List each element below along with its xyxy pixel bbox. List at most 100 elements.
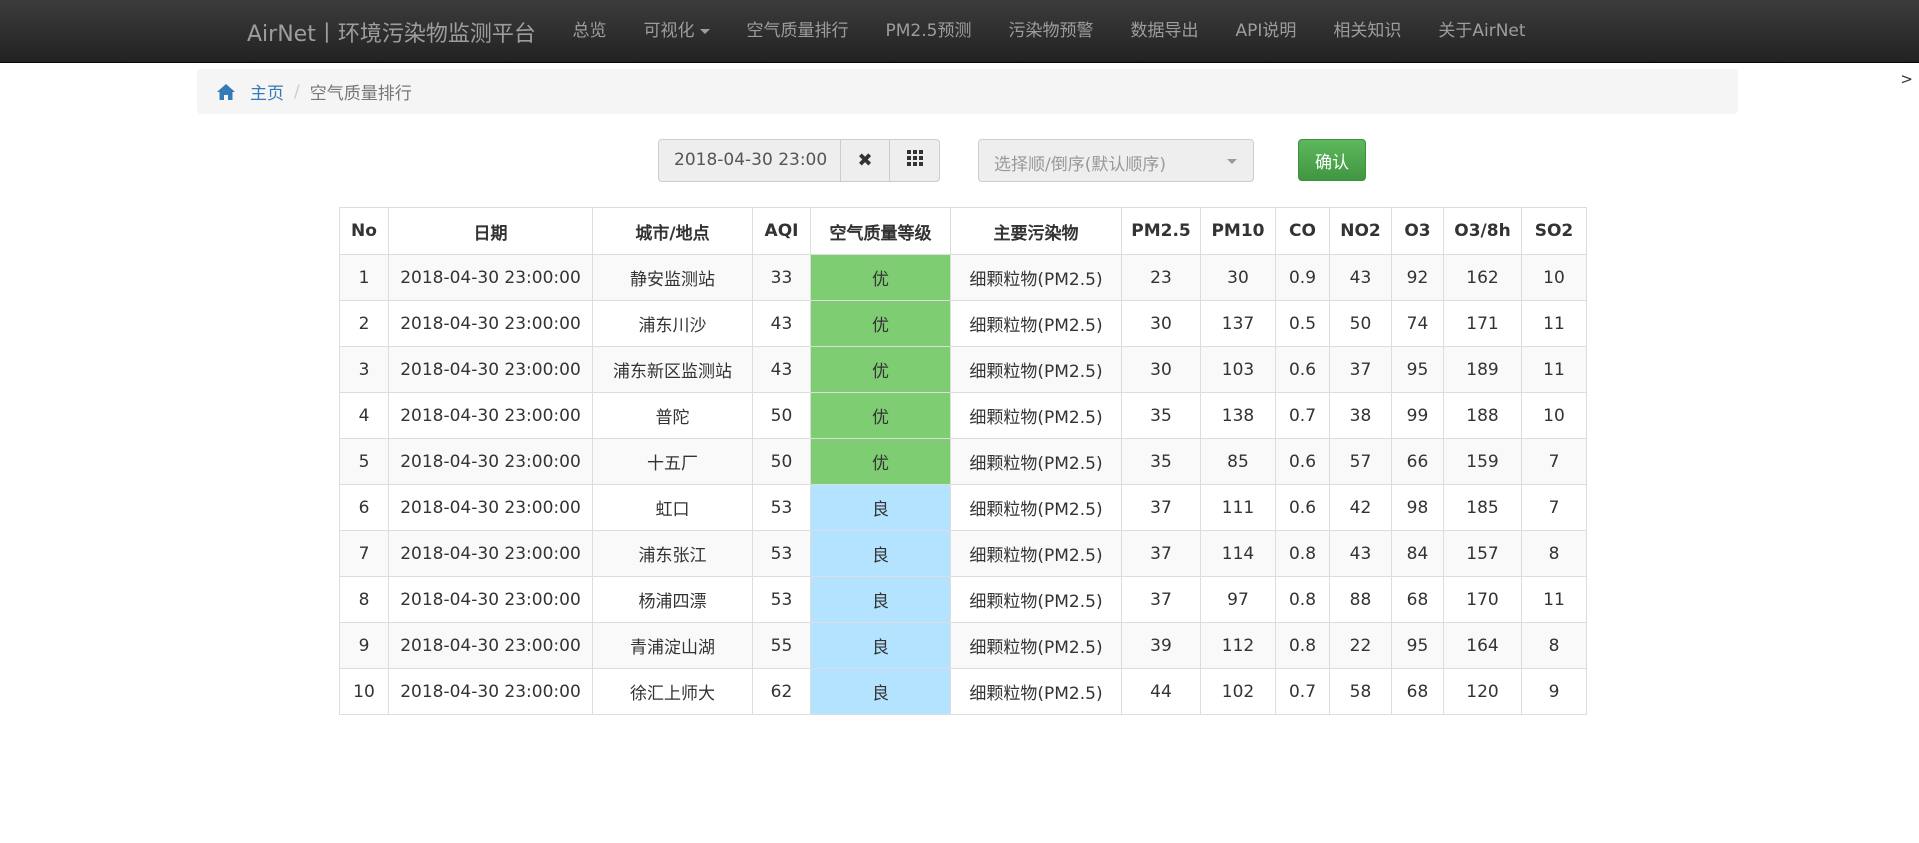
table-cell: 浦东张江 xyxy=(592,530,753,577)
table-cell: 33 xyxy=(752,254,811,301)
chevron-down-icon xyxy=(1227,159,1237,164)
table-cell: 2018-04-30 23:00:00 xyxy=(388,576,593,623)
brand-title[interactable]: AirNet丨环境污染物监测平台 xyxy=(247,16,536,48)
table-cell: 188 xyxy=(1443,392,1522,439)
nav-item-knowledge[interactable]: 相关知识 xyxy=(1315,0,1420,63)
table-cell: 2018-04-30 23:00:00 xyxy=(388,484,593,531)
table-cell: 37 xyxy=(1329,346,1392,393)
table-cell: 138 xyxy=(1200,392,1276,439)
aqi-level-cell: 优 xyxy=(810,254,951,301)
aqi-level-cell: 良 xyxy=(810,668,951,715)
table-cell: 10 xyxy=(339,668,389,715)
table-cell: 102 xyxy=(1200,668,1276,715)
table-row: 1 2018-04-30 23:00:00 静安监测站 33 优细颗粒物(PM2.5) 2… xyxy=(339,254,1587,301)
table-cell: 0.8 xyxy=(1275,576,1330,623)
table-cell: 98 xyxy=(1391,484,1444,531)
table-header-row: No 日期 城市/地点 AQI 空气质量等级 主要污染物 PM2.5 PM10 CO NO2 O3 O… xyxy=(339,207,1587,255)
aqi-level-cell: 良 xyxy=(810,622,951,669)
table-cell: 57 xyxy=(1329,438,1392,485)
table-cell: 11 xyxy=(1521,346,1587,393)
clear-date-button[interactable]: ✖ xyxy=(840,139,890,182)
column-header: O3/8h xyxy=(1443,207,1522,255)
table-cell: 细颗粒物(PM2.5) xyxy=(950,300,1122,347)
table-row: 9 2018-04-30 23:00:00 青浦淀山湖 55 良细颗粒物(PM2.5) 3… xyxy=(339,622,1587,669)
breadcrumb-separator: / xyxy=(294,81,300,102)
close-icon: ✖ xyxy=(857,150,873,171)
table-cell: 55 xyxy=(752,622,811,669)
nav-item-overview[interactable]: 总览 xyxy=(554,0,625,63)
table-cell: 35 xyxy=(1121,392,1201,439)
table-cell: 95 xyxy=(1391,622,1444,669)
corner-arrow[interactable]: > xyxy=(1900,70,1913,88)
nav-item-label: PM2.5预测 xyxy=(885,21,972,41)
air-quality-ranking-table: No 日期 城市/地点 AQI 空气质量等级 主要污染物 PM2.5 PM10 CO NO2 O3 O… xyxy=(339,207,1587,715)
datetime-input[interactable]: 2018-04-30 23:00 xyxy=(658,139,841,182)
column-header: CO xyxy=(1275,207,1330,255)
nav-item-about[interactable]: 关于AirNet xyxy=(1420,0,1544,63)
table-cell: 0.6 xyxy=(1275,346,1330,393)
table-cell: 53 xyxy=(752,530,811,577)
sort-order-select[interactable]: 选择顺/倒序(默认顺序) xyxy=(978,139,1254,182)
column-header: PM10 xyxy=(1200,207,1276,255)
nav-item-label: 数据导出 xyxy=(1130,21,1199,41)
column-header: AQI xyxy=(752,207,811,255)
breadcrumb: 主页 / 空气质量排行 xyxy=(197,69,1738,114)
confirm-button[interactable]: 确认 xyxy=(1298,139,1366,181)
aqi-level-cell: 优 xyxy=(810,300,951,347)
table-cell: 2018-04-30 23:00:00 xyxy=(388,438,593,485)
table-cell: 111 xyxy=(1200,484,1276,531)
table-cell: 68 xyxy=(1391,576,1444,623)
table-cell: 185 xyxy=(1443,484,1522,531)
table-cell: 30 xyxy=(1200,254,1276,301)
column-header: 城市/地点 xyxy=(592,207,753,255)
table-cell: 50 xyxy=(752,392,811,439)
calendar-picker-button[interactable] xyxy=(889,139,940,182)
table-cell: 53 xyxy=(752,576,811,623)
column-header: 空气质量等级 xyxy=(810,207,951,255)
sort-order-placeholder: 选择顺/倒序(默认顺序) xyxy=(994,155,1166,175)
caret-down-icon xyxy=(699,28,710,34)
nav-item-pm25-forecast[interactable]: PM2.5预测 xyxy=(867,0,990,63)
table-cell: 0.8 xyxy=(1275,622,1330,669)
breadcrumb-home-link[interactable]: 主页 xyxy=(250,79,284,104)
table-row: 5 2018-04-30 23:00:00 十五厂 50 优细颗粒物(PM2.5) 35 8… xyxy=(339,438,1587,485)
table-cell: 68 xyxy=(1391,668,1444,715)
table-cell: 85 xyxy=(1200,438,1276,485)
table-cell: 细颗粒物(PM2.5) xyxy=(950,576,1122,623)
table-cell: 2 xyxy=(339,300,389,347)
table-cell: 11 xyxy=(1521,300,1587,347)
table-cell: 静安监测站 xyxy=(592,254,753,301)
table-cell: 6 xyxy=(339,484,389,531)
table-cell: 0.6 xyxy=(1275,438,1330,485)
table-cell: 十五厂 xyxy=(592,438,753,485)
nav-item-label: 污染物预警 xyxy=(1008,21,1094,41)
table-cell: 细颗粒物(PM2.5) xyxy=(950,530,1122,577)
nav-item-api-docs[interactable]: API说明 xyxy=(1217,0,1315,63)
table-cell: 虹口 xyxy=(592,484,753,531)
table-cell: 114 xyxy=(1200,530,1276,577)
table-cell: 0.9 xyxy=(1275,254,1330,301)
table-cell: 42 xyxy=(1329,484,1392,531)
table-row: 6 2018-04-30 23:00:00 虹口 53 良细颗粒物(PM2.5) 37 11… xyxy=(339,484,1587,531)
table-cell: 7 xyxy=(1521,484,1587,531)
table-cell: 普陀 xyxy=(592,392,753,439)
table-cell: 3 xyxy=(339,346,389,393)
nav-item-data-export[interactable]: 数据导出 xyxy=(1112,0,1217,63)
table-cell: 9 xyxy=(339,622,389,669)
nav-item-visualization-dropdown[interactable]: 可视化 xyxy=(625,0,728,63)
table-cell: 1 xyxy=(339,254,389,301)
table-cell: 164 xyxy=(1443,622,1522,669)
table-cell: 2018-04-30 23:00:00 xyxy=(388,668,593,715)
nav-item-pollutant-warning[interactable]: 污染物预警 xyxy=(990,0,1112,63)
table-cell: 43 xyxy=(752,346,811,393)
table-cell: 50 xyxy=(1329,300,1392,347)
table-cell: 青浦淀山湖 xyxy=(592,622,753,669)
table-cell: 2018-04-30 23:00:00 xyxy=(388,300,593,347)
table-cell: 浦东新区监测站 xyxy=(592,346,753,393)
table-cell: 细颗粒物(PM2.5) xyxy=(950,484,1122,531)
table-row: 10 2018-04-30 23:00:00 徐汇上师大 62 良细颗粒物(PM2.5)… xyxy=(339,668,1587,715)
table-cell: 103 xyxy=(1200,346,1276,393)
table-row: 3 2018-04-30 23:00:00 浦东新区监测站 43 优细颗粒物(PM2.5… xyxy=(339,346,1587,393)
nav-item-air-quality-ranking[interactable]: 空气质量排行 xyxy=(728,0,867,63)
table-cell: 7 xyxy=(1521,438,1587,485)
